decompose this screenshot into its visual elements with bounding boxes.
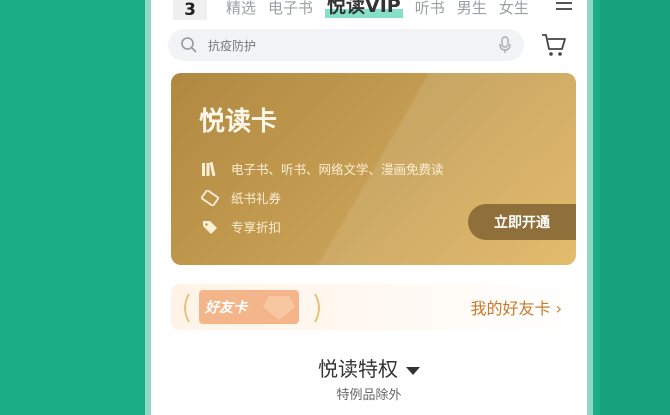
menu-icon[interactable] — [556, 0, 572, 14]
tab-featured[interactable]: 精选 — [226, 0, 256, 18]
friend-card-row[interactable]: 好友卡 我的好友卡 › — [171, 284, 576, 330]
cart-icon[interactable] — [541, 33, 567, 61]
chevron-down-icon — [406, 366, 420, 375]
vip-card-title: 悦读卡 — [199, 107, 278, 137]
search-icon — [180, 36, 198, 58]
microphone-icon[interactable] — [498, 36, 512, 58]
tab-male[interactable]: 男生 — [457, 0, 487, 18]
feature-text: 纸书礼券 — [231, 191, 282, 206]
feature-item: 电子书、听书、网络文学、漫画免费读 — [201, 159, 444, 178]
feature-text: 电子书、听书、网络文学、漫画免费读 — [231, 162, 444, 177]
my-friend-card-link[interactable]: 我的好友卡 › — [471, 295, 563, 319]
background-panel — [600, 0, 670, 415]
privilege-subtitle: 特例品除外 — [336, 388, 402, 403]
vip-card[interactable]: 悦读卡 电子书、听书、网络文学、漫画免费读 纸书礼券 专享折扣 立即开通 — [171, 73, 576, 265]
tag-icon — [201, 219, 221, 235]
tab-female[interactable]: 女生 — [499, 0, 529, 18]
privilege-section-title[interactable]: 悦读特权 — [151, 353, 587, 382]
feature-text: 专享折扣 — [231, 220, 282, 235]
tab-audiobooks[interactable]: 听书 — [415, 0, 445, 18]
friend-card-badge — [177, 280, 327, 336]
books-icon — [201, 161, 221, 177]
tab-ebooks[interactable]: 电子书 — [268, 0, 313, 18]
search-bar[interactable]: 抗疫防护 — [168, 29, 524, 61]
top-tabs: 精选 电子书 悦读VIP 听书 男生 女生 — [226, 0, 529, 18]
ticket-icon — [201, 189, 221, 206]
search-placeholder: 抗疫防护 — [208, 39, 257, 53]
feature-item: 纸书礼券 — [201, 188, 281, 207]
status-badge: 3 — [173, 0, 207, 20]
feature-item: 专享折扣 — [201, 217, 281, 236]
open-vip-button[interactable]: 立即开通 — [468, 204, 576, 240]
tab-vip[interactable]: 悦读VIP — [325, 0, 403, 18]
friend-card-badge-label: 好友卡 — [205, 300, 247, 316]
phone-screen: 3 精选 电子书 悦读VIP 听书 男生 女生 抗疫防护 悦读卡 电子书、听书、… — [145, 0, 593, 415]
